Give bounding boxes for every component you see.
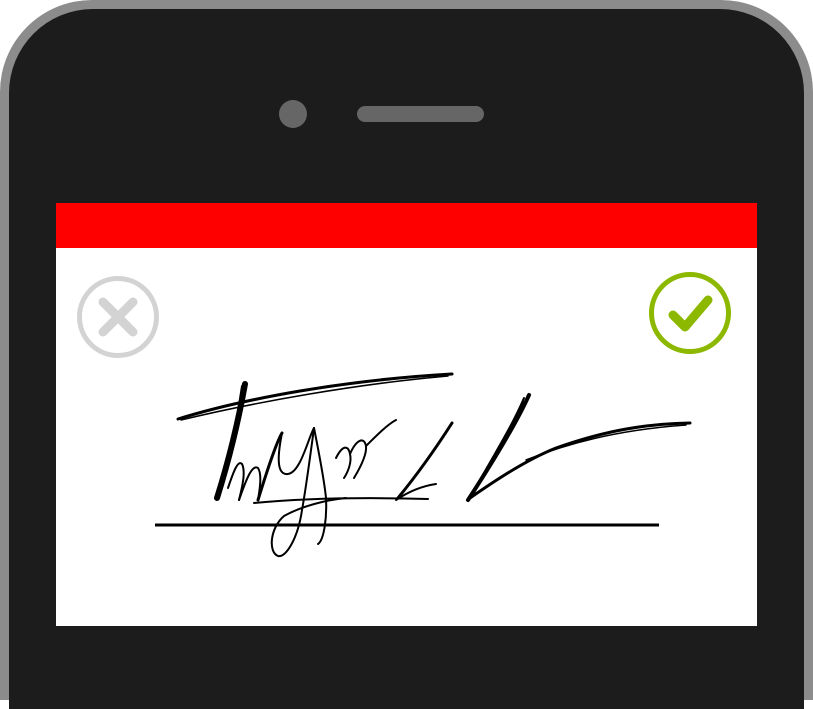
earpiece-speaker <box>357 106 484 122</box>
signature-canvas <box>155 372 692 558</box>
signature-pad[interactable] <box>56 248 757 626</box>
front-camera <box>279 100 307 128</box>
handwritten-signature <box>176 372 692 558</box>
phone-screen <box>56 203 757 626</box>
status-bar <box>56 203 757 248</box>
